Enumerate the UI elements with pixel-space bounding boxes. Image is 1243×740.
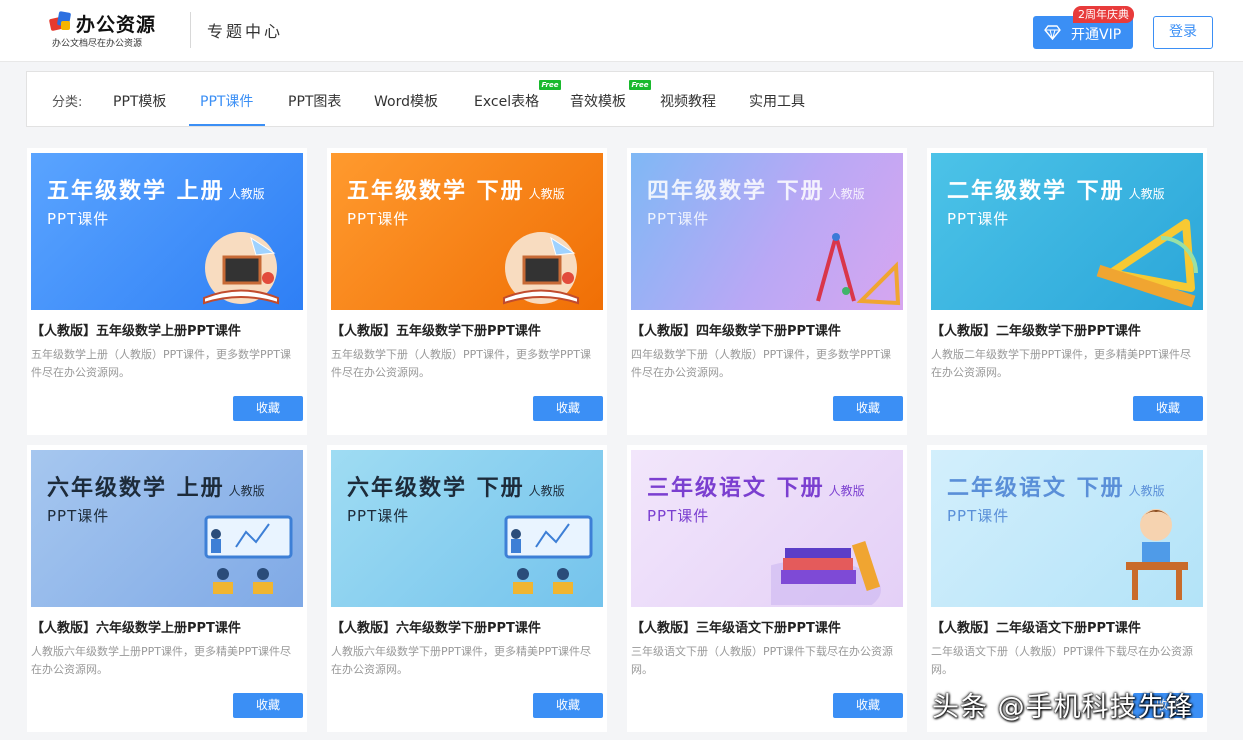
favorite-button[interactable]: 收藏 <box>533 693 603 718</box>
card-title[interactable]: 【人教版】二年级数学下册PPT课件 <box>931 320 1141 339</box>
card-thumbnail[interactable]: 六年级数学 下册 人教版 PPT课件 <box>331 450 603 607</box>
thumb-subtitle: PPT课件 <box>47 507 110 525</box>
category-prefix: 分类: <box>52 95 83 110</box>
free-badge: Free <box>539 80 561 90</box>
classroom-illustration <box>204 515 293 594</box>
category-word-template[interactable]: Word模板 <box>374 91 438 111</box>
card-description: 人教版六年级数学下册PPT课件，更多精美PPT课件尽在办公资源网。 <box>331 645 591 676</box>
favorite-button[interactable]: 收藏 <box>233 693 303 718</box>
card-thumbnail[interactable]: 二年级语文 下册 人教版 PPT课件 <box>931 450 1203 607</box>
card-description: 五年级数学上册（人教版）PPT课件，更多数学PPT课件尽在办公资源网。 <box>31 348 291 379</box>
blackboard-book-illustration <box>503 232 579 305</box>
card-description: 人教版六年级数学上册PPT课件，更多精美PPT课件尽在办公资源网。 <box>31 645 291 676</box>
card-thumbnail[interactable]: 三年级语文 下册 人教版 PPT课件 <box>631 450 903 607</box>
card-title[interactable]: 【人教版】五年级数学上册PPT课件 <box>31 320 241 339</box>
card-description: 三年级语文下册（人教版）PPT课件下载尽在办公资源网。 <box>631 645 893 676</box>
favorite-button[interactable]: 收藏 <box>233 396 303 421</box>
course-card[interactable]: 六年级数学 下册 人教版 PPT课件 【人教版】六年级数学下册PPT课件 人教版六… <box>327 445 607 732</box>
category-sound-template[interactable]: 音效模板 <box>570 91 626 111</box>
header-divider <box>190 12 191 48</box>
thumb-subtitle: PPT课件 <box>647 210 710 228</box>
favorite-button[interactable]: 收藏 <box>1133 396 1203 421</box>
category-excel-sheet[interactable]: Excel表格 <box>474 91 539 111</box>
category-ppt-template[interactable]: PPT模板 <box>113 91 166 111</box>
thumb-title: 五年级数学 下册 人教版 <box>347 179 565 204</box>
card-description: 五年级数学下册（人教版）PPT课件，更多数学PPT课件尽在办公资源网。 <box>331 348 591 379</box>
free-badge: Free <box>629 80 651 90</box>
thumb-title: 二年级语文 下册 人教版 <box>947 476 1165 501</box>
thumb-subtitle: PPT课件 <box>347 507 410 525</box>
logo-title: 办公资源 <box>76 14 157 36</box>
category-bar: 分类: PPT模板 PPT课件 PPT图表 Word模板 Excel表格 Fre… <box>26 71 1214 127</box>
blackboard-book-illustration <box>203 232 279 305</box>
card-title[interactable]: 【人教版】六年级数学上册PPT课件 <box>31 617 241 636</box>
category-video-tutorial[interactable]: 视频教程 <box>660 91 716 111</box>
thumb-title: 三年级语文 下册 人教版 <box>647 476 865 501</box>
login-button[interactable]: 登录 <box>1153 16 1213 49</box>
category-tools[interactable]: 实用工具 <box>749 91 805 111</box>
course-card[interactable]: 三年级语文 下册 人教版 PPT课件 【人教版】三年级语文下册PPT课件 三年级语… <box>627 445 907 732</box>
thumb-title: 五年级数学 上册 人教版 <box>47 179 265 204</box>
thumb-subtitle: PPT课件 <box>947 507 1010 525</box>
category-ppt-courseware[interactable]: PPT课件 <box>200 91 253 111</box>
card-title[interactable]: 【人教版】三年级语文下册PPT课件 <box>631 617 841 636</box>
course-card[interactable]: 二年级数学 下册 人教版 PPT课件 【人教版】二年级数学下册PPT课件 人教版二… <box>927 148 1207 435</box>
books-illustration <box>771 541 881 605</box>
thumb-subtitle: PPT课件 <box>347 210 410 228</box>
card-description: 四年级数学下册（人教版）PPT课件，更多数学PPT课件尽在办公资源网。 <box>631 348 891 379</box>
watermark-text: 头条 @手机科技先锋 <box>932 692 1194 723</box>
card-title[interactable]: 【人教版】二年级语文下册PPT课件 <box>931 617 1141 636</box>
thumb-subtitle: PPT课件 <box>647 507 710 525</box>
card-title[interactable]: 【人教版】六年级数学下册PPT课件 <box>331 617 541 636</box>
classroom-illustration <box>504 515 593 594</box>
active-tab-underline <box>189 124 265 126</box>
logo-mark-icon <box>48 11 72 32</box>
favorite-button[interactable]: 收藏 <box>533 396 603 421</box>
card-thumbnail[interactable]: 五年级数学 下册 人教版 PPT课件 <box>331 153 603 310</box>
card-description: 二年级语文下册（人教版）PPT课件下载尽在办公资源网。 <box>931 645 1193 676</box>
vip-label: 开通VIP <box>1071 27 1122 43</box>
card-description: 人教版二年级数学下册PPT课件，更多精美PPT课件尽在办公资源网。 <box>931 348 1191 379</box>
compass-triangle-illustration <box>816 233 901 306</box>
thumb-subtitle: PPT课件 <box>947 210 1010 228</box>
diamond-icon <box>1044 25 1061 40</box>
student-desk-illustration <box>1126 509 1188 600</box>
thumb-title: 二年级数学 下册 人教版 <box>947 179 1165 204</box>
page-title: 专题中心 <box>207 22 284 41</box>
ruler-triangle-illustration <box>1096 219 1198 308</box>
card-thumbnail[interactable]: 六年级数学 上册 人教版 PPT课件 <box>31 450 303 607</box>
top-header: 办公资源 办公文档尽在办公资源 专题中心 开通VIP 2周年庆典 登录 <box>0 0 1243 62</box>
course-card[interactable]: 五年级数学 下册 人教版 PPT课件 【人教版】五年级数学下册PPT课件 五年级数… <box>327 148 607 435</box>
site-logo[interactable]: 办公资源 办公文档尽在办公资源 <box>48 10 160 52</box>
card-thumbnail[interactable]: 二年级数学 下册 人教版 PPT课件 <box>931 153 1203 310</box>
favorite-button[interactable]: 收藏 <box>833 693 903 718</box>
card-thumbnail[interactable]: 五年级数学 上册 人教版 PPT课件 <box>31 153 303 310</box>
favorite-button[interactable]: 收藏 <box>833 396 903 421</box>
course-card[interactable]: 五年级数学 上册 人教版 PPT课件 【人教版】五年级数学上册PPT课件 五年级数… <box>27 148 307 435</box>
logo-subtitle: 办公文档尽在办公资源 <box>52 39 143 49</box>
card-thumbnail[interactable]: 四年级数学 下册 人教版 PPT课件 <box>631 153 903 310</box>
card-title[interactable]: 【人教版】四年级数学下册PPT课件 <box>631 320 841 339</box>
thumb-title: 六年级数学 下册 人教版 <box>347 476 565 501</box>
category-ppt-chart[interactable]: PPT图表 <box>288 91 341 111</box>
course-card[interactable]: 六年级数学 上册 人教版 PPT课件 【人教版】六年级数学上册PPT课件 人教版六… <box>27 445 307 732</box>
course-card[interactable]: 四年级数学 下册 人教版 PPT课件 【人教版】四年级数学下册PPT课件 四年级数… <box>627 148 907 435</box>
thumb-title: 四年级数学 下册 人教版 <box>647 179 865 204</box>
card-title[interactable]: 【人教版】五年级数学下册PPT课件 <box>331 320 541 339</box>
anniversary-badge: 2周年庆典 <box>1073 6 1134 23</box>
thumb-subtitle: PPT课件 <box>47 210 110 228</box>
thumb-title: 六年级数学 上册 人教版 <box>47 476 265 501</box>
